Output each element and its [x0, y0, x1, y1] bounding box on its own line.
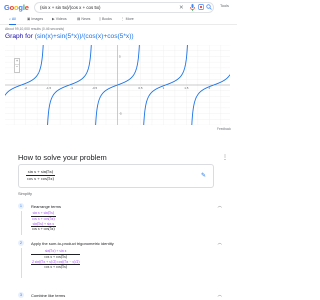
more-vert-icon: ⋮	[121, 17, 125, 21]
book-icon: ▯	[99, 17, 101, 21]
graph-title-link[interactable]: Graph for (sin(x)+sin(5*x))/(cos(x)+cos(…	[5, 33, 134, 40]
expression-denominator: cos x + cos(5x)	[27, 175, 54, 181]
step-1-math: sin x + sin(5x) cos x + cos(5x) sin(5x) …	[31, 211, 56, 231]
x-tick-label: 1.5	[184, 86, 189, 90]
math-denominator: cos x + cos(5x)	[32, 227, 55, 231]
x-tick-label: -1.5	[46, 86, 52, 90]
graph-title-formula: (sin(x)+sin(5*x))/(cos(x)+cos(5*x))	[34, 33, 134, 40]
tab-label: More	[125, 17, 134, 21]
step-label: Apply the sum-to-product trigonometric i…	[31, 240, 114, 246]
chevron-up-icon[interactable]: ︿	[218, 292, 223, 298]
tab-label: Books	[101, 17, 112, 21]
step-connector	[20, 248, 22, 278]
mic-icon[interactable]	[190, 4, 195, 14]
expression-fraction: sin x + sin(5x) cos x + cos(5x)	[26, 169, 55, 181]
google-logo[interactable]: Google	[4, 3, 29, 12]
y-tick-label: -5	[119, 112, 122, 116]
graph-title-prefix: Graph for	[5, 33, 35, 40]
tab-videos[interactable]: ▶ Videos	[52, 17, 67, 21]
search-tabs: ⌕ All ▣ Images ▶ Videos ▤ News ▯ Books ⋮…	[0, 16, 237, 25]
x-tick-label: 0.5	[138, 86, 143, 90]
image-icon: ▣	[27, 17, 31, 21]
news-icon: ▤	[77, 17, 81, 21]
zoom-controls[interactable]: + −	[14, 58, 20, 73]
feedback-link[interactable]: Feedback	[217, 127, 231, 131]
math-denominator: cos x + cos(5x)	[32, 216, 55, 221]
solve-heading: How to solve your problem	[18, 153, 107, 162]
camera-icon[interactable]	[198, 4, 204, 13]
more-vert-icon[interactable]: ⋮	[222, 154, 228, 161]
top-bar: Google (sin x + sin 5x)/(cos x + cos 5x)…	[0, 0, 237, 15]
search-icon[interactable]	[206, 4, 212, 13]
step-connector	[20, 211, 22, 235]
tab-books[interactable]: ▯ Books	[99, 17, 112, 21]
step-label: Combine like terms	[31, 292, 66, 298]
search-box[interactable]: (sin x + sin 5x)/(cos x + cos 5x) ✕	[34, 2, 214, 13]
tab-more[interactable]: ⋮ More	[121, 17, 134, 21]
function-graph[interactable]: -2 -1.5 -1 -0.5 0.5 1 1.5 2 5 -5	[5, 45, 230, 125]
video-icon: ▶	[52, 17, 55, 21]
x-tick-label: 1	[163, 86, 165, 90]
x-tick-label: -1	[70, 86, 73, 90]
tab-label: All	[11, 17, 16, 21]
step-number: 2	[18, 240, 24, 246]
tab-all[interactable]: ⌕ All	[9, 17, 16, 25]
problem-type-label: Simplify	[18, 191, 33, 196]
math-fraction: sin(5x) + sin x cos x + cos(5x)	[31, 249, 81, 259]
math-token: (5x − x)/2	[63, 259, 79, 264]
step-number: 1	[18, 203, 24, 209]
math-token: cos	[56, 259, 63, 264]
zoom-out-button[interactable]: −	[15, 63, 19, 70]
chevron-up-icon[interactable]: ︿	[218, 203, 223, 209]
logo-letter: e	[24, 3, 29, 12]
step-2-math: sin(5x) + sin x cos x + cos(5x) 2 sin((5…	[31, 249, 81, 269]
edit-icon[interactable]: ✎	[201, 172, 206, 179]
search-input[interactable]: (sin x + sin 5x)/(cos x + cos 5x)	[40, 5, 101, 10]
graph-canvas[interactable]: -2 -1.5 -1 -0.5 0.5 1 1.5 25-5	[5, 45, 230, 125]
result-stats: About 99,10,000 results (0.46 seconds)	[5, 27, 65, 31]
math-denominator: cos x + cos(5x)	[44, 265, 68, 269]
tab-news[interactable]: ▤ News	[77, 17, 90, 21]
math-token: (5x + x)/2	[40, 259, 56, 264]
math-denominator: cos x + cos(5x)	[44, 254, 68, 259]
math-token: 2 sin	[32, 259, 40, 264]
math-fraction: sin x + sin(5x) cos x + cos(5x)	[31, 211, 56, 221]
x-tick-label: -0.5	[92, 86, 98, 90]
tools-button[interactable]: Tools	[220, 4, 229, 8]
chevron-up-icon[interactable]: ︿	[218, 240, 223, 246]
expression-box[interactable]: sin x + sin(5x) cos x + cos(5x) ✎	[18, 164, 214, 188]
x-tick-label: -2	[24, 86, 27, 90]
step-label: Rearrange terms	[31, 203, 62, 209]
tab-images[interactable]: ▣ Images	[27, 17, 43, 21]
search-small-icon: ⌕	[9, 17, 12, 21]
close-icon[interactable]: ✕	[179, 4, 184, 12]
math-fraction: 2 sin((5x + x)/2) cos((5x − x)/2) cos x …	[31, 259, 81, 269]
tab-label: Images	[31, 17, 44, 21]
step-number: 3	[18, 292, 24, 298]
tab-label: News	[81, 17, 91, 21]
tab-label: Videos	[55, 17, 67, 21]
math-fraction: sin(5x) + sin x cos x + cos(5x)	[31, 222, 56, 231]
